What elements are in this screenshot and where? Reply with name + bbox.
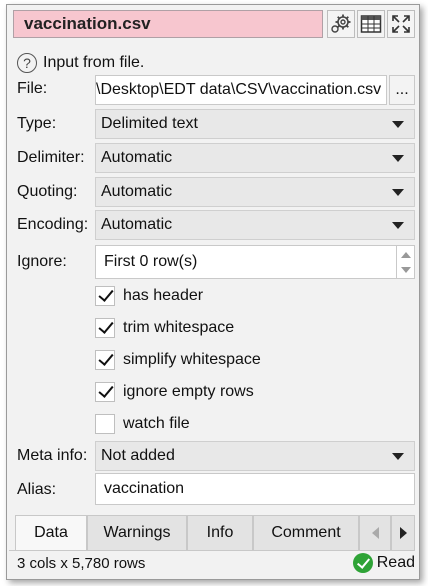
chevron-down-icon (392, 121, 404, 128)
tab-data[interactable]: Data (15, 515, 87, 550)
spin-buttons (397, 245, 415, 279)
checkbox-simplify-whitespace[interactable] (95, 350, 115, 370)
quoting-value: Automatic (101, 183, 173, 200)
type-value: Delimited text (101, 115, 198, 132)
tab-scroll-left[interactable] (359, 515, 391, 550)
info-line: ? Input from file. (17, 51, 144, 75)
info-text: Input from file. (43, 54, 145, 71)
transform-panel: vaccination.csv ? Input from file. File:… (6, 4, 420, 580)
chevron-down-icon (392, 189, 404, 196)
checkbox-has-header[interactable] (95, 286, 115, 306)
row-count-status: 3 cols x 5,780 rows (17, 555, 146, 572)
delimiter-value: Automatic (101, 149, 173, 166)
quoting-label: Quoting: (17, 183, 78, 200)
gear-icon (331, 14, 351, 33)
tab-scroll-right[interactable] (391, 515, 415, 550)
option-label: has header (123, 287, 204, 304)
file-path-text: \Desktop\EDT data\CSV\vaccination.csv (96, 81, 382, 98)
tab-comment[interactable]: Comment (253, 515, 359, 550)
read-status: Read (352, 553, 415, 573)
encoding-value: Automatic (101, 216, 173, 233)
meta-value: Not added (101, 447, 175, 464)
browse-button[interactable]: ... (389, 75, 415, 105)
delimiter-label: Delimiter: (17, 149, 85, 166)
spin-down-icon[interactable] (401, 267, 411, 273)
option-label: trim whitespace (123, 319, 235, 336)
option-label: ignore empty rows (123, 383, 254, 400)
settings-button[interactable] (327, 10, 355, 38)
chevron-right-icon (399, 526, 407, 539)
chevron-down-icon (392, 453, 404, 460)
delimiter-select[interactable]: Automatic (95, 143, 415, 173)
checkbox-ignore-empty-rows[interactable] (95, 382, 115, 402)
quoting-select[interactable]: Automatic (95, 177, 415, 207)
encoding-label: Encoding: (17, 216, 89, 233)
tab-divider (9, 550, 415, 551)
alias-value: vaccination (104, 480, 185, 497)
ignore-rows-spinbox[interactable]: First 0 row(s) (95, 245, 397, 279)
chevron-down-icon (392, 155, 404, 162)
tab-info[interactable]: Info (187, 515, 253, 550)
chevron-left-icon (371, 526, 379, 539)
expand-icon (392, 15, 410, 33)
tab-warnings[interactable]: Warnings (87, 515, 187, 550)
option-ignore-empty-rows[interactable]: ignore empty rows (95, 379, 254, 405)
chevron-down-icon (392, 222, 404, 229)
file-path-field[interactable]: \Desktop\EDT data\CSV\vaccination.csv (95, 75, 387, 105)
option-label: simplify whitespace (123, 351, 261, 368)
table-view-button[interactable] (357, 10, 385, 38)
meta-info-select[interactable]: Not added (95, 441, 415, 471)
ignore-label: Ignore: (17, 253, 67, 270)
panel-title[interactable]: vaccination.csv (13, 10, 323, 38)
maximize-button[interactable] (387, 10, 415, 38)
spin-up-icon[interactable] (401, 252, 411, 258)
type-select[interactable]: Delimited text (95, 109, 415, 139)
tab-bar: Data Warnings Info Comment (9, 515, 415, 550)
option-simplify-whitespace[interactable]: simplify whitespace (95, 347, 261, 373)
title-bar: vaccination.csv (7, 5, 419, 45)
check-circle-icon (352, 553, 373, 573)
help-icon[interactable]: ? (17, 53, 37, 73)
checkbox-trim-whitespace[interactable] (95, 318, 115, 338)
ignore-value: First 0 row(s) (104, 253, 198, 270)
option-label: watch file (123, 415, 190, 432)
option-watch-file[interactable]: watch file (95, 411, 190, 437)
meta-label: Meta info: (17, 447, 88, 464)
encoding-select[interactable]: Automatic (95, 210, 415, 240)
type-label: Type: (17, 115, 57, 132)
table-icon (360, 15, 382, 33)
checkbox-watch-file[interactable] (95, 414, 115, 434)
option-trim-whitespace[interactable]: trim whitespace (95, 315, 234, 341)
file-label: File: (17, 80, 48, 97)
read-status-text: Read (376, 554, 415, 571)
option-has-header[interactable]: has header (95, 283, 203, 309)
alias-label: Alias: (17, 481, 57, 498)
browse-label: ... (395, 81, 409, 98)
alias-input[interactable]: vaccination (95, 473, 415, 505)
